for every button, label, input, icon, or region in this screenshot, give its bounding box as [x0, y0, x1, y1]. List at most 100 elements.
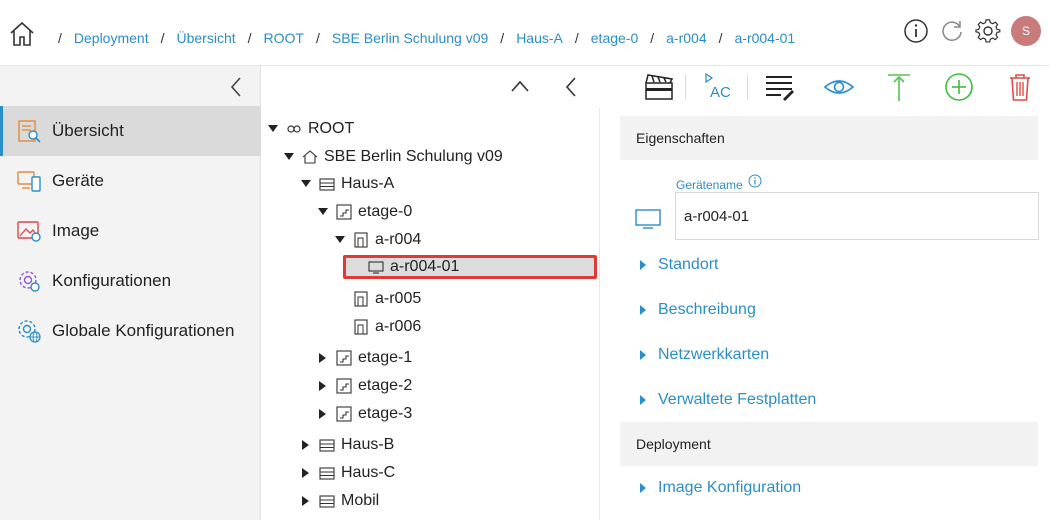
monitor-icon: [368, 261, 384, 274]
properties-section-header: Eigenschaften: [620, 116, 1038, 160]
expander-netzwerkkarten[interactable]: Netzwerkkarten: [638, 346, 769, 364]
sidebar-item-label: Konfigurationen: [52, 271, 172, 290]
location-tree: ROOT SBE Berlin Schulung v09 Haus-A etag…: [262, 108, 599, 520]
toolbar-divider: [685, 74, 686, 100]
top-actions: S: [903, 16, 1041, 46]
info-icon[interactable]: [748, 174, 762, 188]
building-icon: [319, 495, 335, 508]
list-edit-icon[interactable]: [763, 71, 795, 103]
clapperboard-icon[interactable]: [643, 71, 675, 103]
collapse-sidebar-chevron-icon[interactable]: [228, 76, 244, 98]
collapsed-caret-icon[interactable]: [299, 494, 313, 508]
floor-icon: [336, 378, 352, 394]
expander-label: Verwaltete Festplatten: [658, 391, 817, 408]
settings-gear-icon[interactable]: [975, 18, 1001, 44]
tree-node-label: Haus-B: [341, 436, 395, 453]
config-icon: [19, 271, 40, 292]
sidebar-item-globale-konfigurationen[interactable]: Globale Konfigurationen: [0, 306, 261, 356]
tree-node-a-r004-01[interactable]: a-r004-01: [368, 255, 459, 279]
sidebar-item-label: Geräte: [52, 171, 104, 190]
device-name-field[interactable]: a-r004-01: [675, 192, 1039, 240]
tree-node-sbe-berlin[interactable]: SBE Berlin Schulung v09: [282, 145, 503, 169]
sidebar-item-image[interactable]: Image: [0, 206, 261, 256]
expander-verwaltete-festplatten[interactable]: Verwaltete Festplatten: [638, 391, 816, 409]
sidebar-nav: Übersicht Geräte Image Konfigurationen G…: [0, 106, 261, 356]
user-avatar[interactable]: S: [1011, 16, 1041, 46]
caret-right-icon: [640, 350, 646, 360]
tree-node-haus-b[interactable]: Haus-B: [299, 433, 394, 457]
tree-node-haus-c[interactable]: Haus-C: [299, 461, 395, 485]
breadcrumb-uebersicht[interactable]: Übersicht: [176, 30, 235, 46]
expander-beschreibung[interactable]: Beschreibung: [638, 301, 756, 319]
global-config-icon: [18, 320, 41, 343]
detail-panel: Eigenschaften Gerätename a-r004-01 Stand…: [599, 108, 1049, 520]
collapsed-caret-icon[interactable]: [299, 466, 313, 480]
breadcrumb-root[interactable]: ROOT: [264, 30, 304, 46]
expanded-caret-icon[interactable]: [266, 122, 280, 136]
tree-header: [262, 66, 599, 108]
image-icon: [17, 221, 41, 242]
breadcrumb-a-r004-01[interactable]: a-r004-01: [735, 30, 796, 46]
tree-node-a-r004[interactable]: a-r004: [333, 228, 421, 252]
collapsed-caret-icon[interactable]: [299, 438, 313, 452]
floor-icon: [336, 406, 352, 422]
chevron-up-icon[interactable]: [510, 78, 530, 94]
info-icon[interactable]: [903, 18, 929, 44]
sidebar-item-geraete[interactable]: Geräte: [0, 156, 261, 206]
move-up-arrow-icon[interactable]: [883, 71, 915, 103]
breadcrumb-haus-a[interactable]: Haus-A: [516, 30, 563, 46]
home-icon[interactable]: [8, 20, 36, 48]
breadcrumb-a-r004[interactable]: a-r004: [666, 30, 706, 46]
tree-node-label: Haus-A: [341, 175, 395, 192]
device-name-label: Gerätename: [676, 178, 743, 192]
sidebar-item-label: Globale Konfigurationen: [52, 321, 235, 340]
expanded-caret-icon[interactable]: [333, 233, 347, 247]
expanded-caret-icon[interactable]: [282, 150, 296, 164]
tree-node-mobil[interactable]: Mobil: [299, 489, 379, 513]
trash-icon[interactable]: [1004, 71, 1036, 103]
add-circle-icon[interactable]: [943, 71, 975, 103]
tree-node-a-r005[interactable]: a-r005: [353, 287, 421, 311]
rename-text-icon[interactable]: AC: [703, 71, 735, 103]
breadcrumb-etage-0[interactable]: etage-0: [591, 30, 638, 46]
floor-icon: [336, 204, 352, 220]
svg-text:AC: AC: [710, 84, 731, 101]
floor-icon: [336, 350, 352, 366]
tree-node-haus-a[interactable]: Haus-A: [299, 172, 394, 196]
tree-node-root[interactable]: ROOT: [266, 117, 354, 141]
caret-right-icon: [640, 260, 646, 270]
sidebar-item-konfigurationen[interactable]: Konfigurationen: [0, 256, 261, 306]
tree-node-label: SBE Berlin Schulung v09: [324, 148, 503, 165]
tree-node-label: etage-3: [358, 405, 413, 422]
expanded-caret-icon[interactable]: [299, 177, 313, 191]
tree-node-etage-1[interactable]: etage-1: [316, 346, 412, 370]
sidebar-item-uebersicht[interactable]: Übersicht: [0, 106, 261, 156]
tree-node-label: etage-0: [358, 203, 413, 220]
tree-node-etage-2[interactable]: etage-2: [316, 374, 412, 398]
collapsed-caret-icon[interactable]: [316, 379, 330, 393]
tree-node-etage-3[interactable]: etage-3: [316, 402, 412, 426]
refresh-icon[interactable]: [939, 18, 965, 44]
breadcrumb-deployment[interactable]: Deployment: [74, 30, 149, 46]
sidebar-item-label: Übersicht: [52, 121, 124, 140]
tree-node-label: etage-1: [358, 349, 413, 366]
expander-standort[interactable]: Standort: [638, 256, 718, 274]
room-icon: [354, 319, 368, 335]
devices-icon: [17, 171, 41, 192]
monitor-icon: [635, 209, 661, 229]
breadcrumb-sbe-berlin[interactable]: SBE Berlin Schulung v09: [332, 30, 488, 46]
collapsed-caret-icon[interactable]: [316, 351, 330, 365]
tree-node-a-r006[interactable]: a-r006: [353, 315, 421, 339]
expander-label: Standort: [658, 256, 719, 273]
expander-label: Netzwerkkarten: [658, 346, 770, 363]
caret-right-icon: [640, 395, 646, 405]
expanded-caret-icon[interactable]: [316, 205, 330, 219]
chevron-left-icon[interactable]: [564, 76, 578, 98]
tree-node-etage-0[interactable]: etage-0: [316, 200, 412, 224]
eye-icon[interactable]: [823, 71, 855, 103]
expander-image-konfiguration[interactable]: Image Konfiguration: [638, 479, 801, 497]
collapsed-caret-icon[interactable]: [316, 407, 330, 421]
tree-node-label: a-r004-01: [390, 258, 460, 275]
caret-right-icon: [640, 483, 646, 493]
caret-right-icon: [640, 305, 646, 315]
